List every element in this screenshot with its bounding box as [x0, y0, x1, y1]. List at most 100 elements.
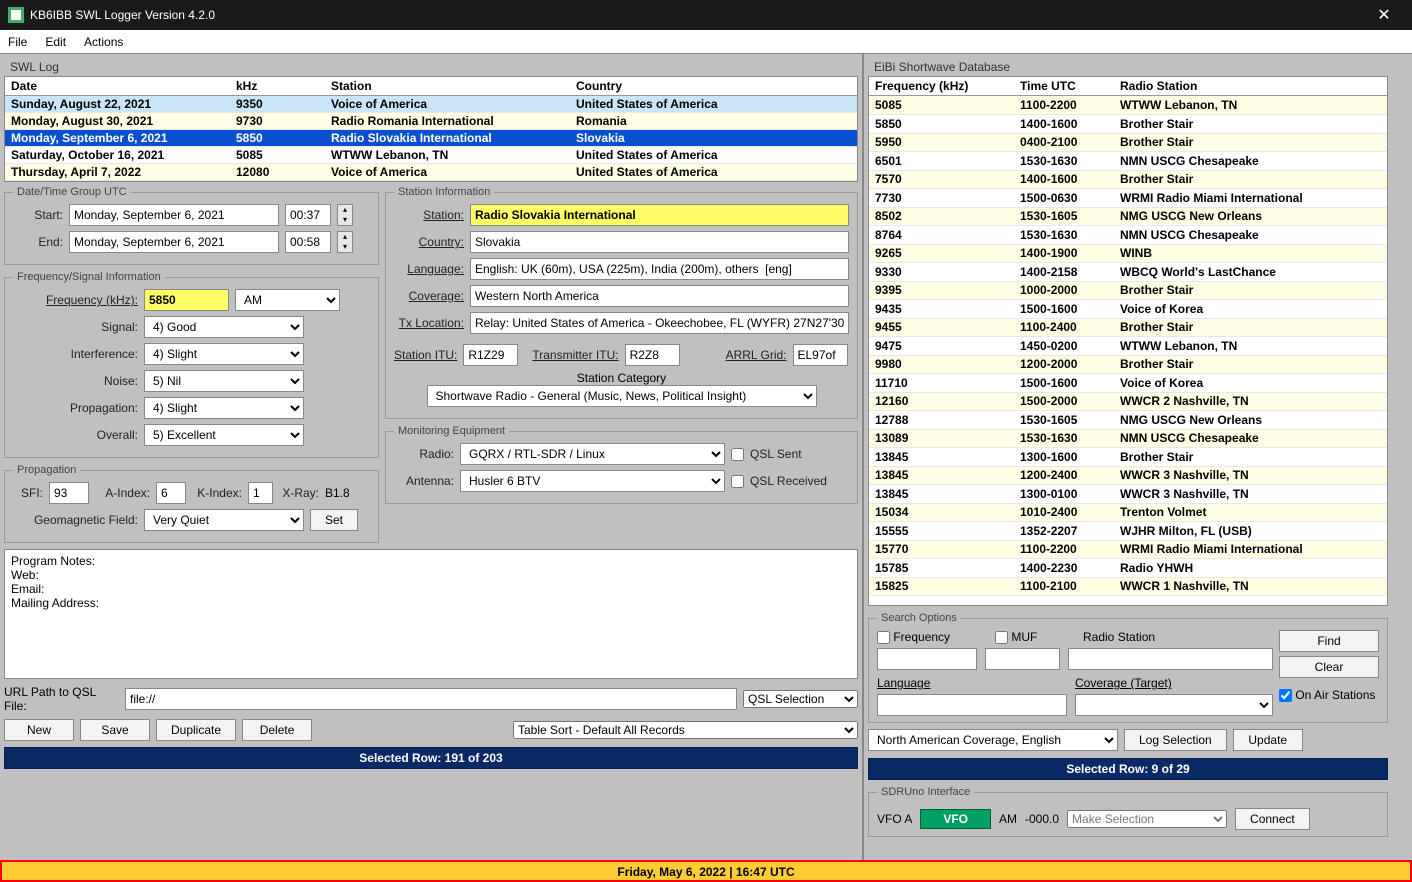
table-row[interactable]: 50851100-2200WTWW Lebanon, TN [869, 96, 1387, 115]
log-selection-button[interactable]: Log Selection [1124, 729, 1227, 751]
aindex-input[interactable] [156, 482, 186, 504]
transmitter-itu-input[interactable] [625, 344, 680, 366]
table-row[interactable]: 138451200-2400WWCR 3 Nashville, TN [869, 466, 1387, 485]
eibi-col-station[interactable]: Radio Station [1114, 77, 1387, 96]
table-row[interactable]: 85021530-1605NMG USCG New Orleans [869, 207, 1387, 226]
col-khz[interactable]: kHz [230, 77, 325, 96]
close-icon[interactable]: ✕ [1364, 5, 1404, 25]
eibi-col-freq[interactable]: Frequency (kHz) [869, 77, 1014, 96]
swl-log-grid[interactable]: Date kHz Station Country Sunday, August … [4, 76, 858, 182]
arrl-grid-input[interactable] [793, 344, 848, 366]
frequency-input[interactable] [144, 289, 229, 311]
table-row[interactable]: 87641530-1630NMN USCG Chesapeake [869, 226, 1387, 245]
freq-checkbox[interactable] [877, 631, 890, 644]
table-row[interactable]: 138451300-1600Brother Stair [869, 448, 1387, 467]
clear-button[interactable]: Clear [1279, 656, 1379, 678]
onair-checkbox[interactable] [1279, 689, 1292, 702]
sdr-make-select[interactable]: Make Selection [1067, 810, 1227, 828]
table-row[interactable]: 157701100-2200WRMI Radio Miami Internati… [869, 540, 1387, 559]
table-row[interactable]: Saturday, October 16, 20215085WTWW Leban… [5, 147, 857, 164]
station-itu-input[interactable] [463, 344, 518, 366]
propagation-select[interactable]: 4) Slight [144, 397, 304, 419]
table-row[interactable]: 59500400-2100Brother Stair [869, 133, 1387, 152]
qsl-file-path-input[interactable] [125, 688, 737, 710]
table-row[interactable]: 94751450-0200WTWW Lebanon, TN [869, 337, 1387, 356]
overall-select[interactable]: 5) Excellent [144, 424, 304, 446]
end-date-input[interactable] [69, 231, 279, 253]
table-row[interactable]: 94351500-1600Voice of Korea [869, 300, 1387, 319]
vfo-button[interactable]: VFO [920, 809, 991, 829]
table-row[interactable]: 121601500-2000WWCR 2 Nashville, TN [869, 392, 1387, 411]
mode-select[interactable]: AM [235, 289, 340, 311]
country-input[interactable] [470, 231, 849, 253]
search-coverage-select[interactable] [1075, 694, 1273, 716]
table-row[interactable]: 93951000-2000Brother Stair [869, 281, 1387, 300]
table-row[interactable]: 92651400-1900WINB [869, 244, 1387, 263]
search-station-input[interactable] [1068, 648, 1273, 670]
table-row[interactable]: 99801200-2000Brother Stair [869, 355, 1387, 374]
station-category-select[interactable]: Shortwave Radio - General (Music, News, … [427, 385, 817, 407]
menu-actions[interactable]: Actions [84, 35, 123, 49]
find-button[interactable]: Find [1279, 630, 1379, 652]
table-row[interactable]: 65011530-1630NMN USCG Chesapeake [869, 152, 1387, 171]
connect-button[interactable]: Connect [1235, 808, 1310, 830]
save-button[interactable]: Save [80, 719, 150, 741]
table-row[interactable]: Sunday, August 22, 20219350Voice of Amer… [5, 96, 857, 113]
interference-select[interactable]: 4) Slight [144, 343, 304, 365]
set-button[interactable]: Set [310, 509, 358, 531]
table-row[interactable]: 58501400-1600Brother Stair [869, 115, 1387, 134]
start-time-spinner[interactable]: ▴▾ [337, 204, 353, 226]
start-time-input[interactable] [285, 204, 331, 226]
table-row[interactable]: 130891530-1630NMN USCG Chesapeake [869, 429, 1387, 448]
table-row[interactable]: 158251100-2100WWCR 1 Nashville, TN [869, 577, 1387, 596]
txlocation-input[interactable] [470, 312, 849, 334]
search-muf-input[interactable] [985, 648, 1060, 670]
end-time-input[interactable] [285, 231, 331, 253]
coverage-filter-select[interactable]: North American Coverage, English [868, 729, 1118, 751]
sfi-input[interactable] [49, 482, 89, 504]
duplicate-button[interactable]: Duplicate [156, 719, 236, 741]
table-row[interactable]: Monday, September 6, 20215850Radio Slova… [5, 130, 857, 147]
qsl-sent-checkbox[interactable] [731, 448, 744, 461]
col-station[interactable]: Station [325, 77, 570, 96]
table-row[interactable]: 127881530-1605NMG USCG New Orleans [869, 411, 1387, 430]
table-row[interactable]: Monday, August 30, 20219730Radio Romania… [5, 113, 857, 130]
table-row[interactable]: 117101500-1600Voice of Korea [869, 374, 1387, 393]
table-row[interactable]: 75701400-1600Brother Stair [869, 170, 1387, 189]
search-freq-input[interactable] [877, 648, 977, 670]
table-row[interactable]: Thursday, April 7, 202212080Voice of Ame… [5, 164, 857, 181]
menu-file[interactable]: File [8, 35, 27, 49]
col-country[interactable]: Country [570, 77, 857, 96]
signal-select[interactable]: 4) Good [144, 316, 304, 338]
qsl-selection-select[interactable]: QSL Selection [743, 690, 858, 708]
muf-checkbox[interactable] [995, 631, 1008, 644]
kindex-input[interactable] [248, 482, 273, 504]
table-sort-select[interactable]: Table Sort - Default All Records [513, 721, 858, 739]
table-row[interactable]: 138451300-0100WWCR 3 Nashville, TN [869, 485, 1387, 504]
new-button[interactable]: New [4, 719, 74, 741]
end-time-spinner[interactable]: ▴▾ [337, 231, 353, 253]
update-button[interactable]: Update [1233, 729, 1303, 751]
station-name-input[interactable] [470, 204, 849, 226]
col-date[interactable]: Date [5, 77, 230, 96]
antenna-select[interactable]: Husler 6 BTV [460, 470, 725, 492]
start-date-input[interactable] [69, 204, 279, 226]
table-row[interactable]: 150341010-2400Trenton Volmet [869, 503, 1387, 522]
program-notes[interactable]: Program Notes: Web: Email: Mailing Addre… [4, 549, 858, 679]
noise-select[interactable]: 5) Nil [144, 370, 304, 392]
table-row[interactable]: 94551100-2400Brother Stair [869, 318, 1387, 337]
table-row[interactable]: 155551352-2207WJHR Milton, FL (USB) [869, 522, 1387, 541]
table-row[interactable]: 77301500-0630WRMI Radio Miami Internatio… [869, 189, 1387, 208]
eibi-col-time[interactable]: Time UTC [1014, 77, 1114, 96]
qsl-received-checkbox[interactable] [731, 475, 744, 488]
radio-select[interactable]: GQRX / RTL-SDR / Linux [460, 443, 725, 465]
table-row[interactable]: 93301400-2158WBCQ World's LastChance [869, 263, 1387, 282]
search-lang-input[interactable] [877, 694, 1067, 716]
table-row[interactable]: 157851400-2230Radio YHWH [869, 559, 1387, 578]
coverage-input[interactable] [470, 285, 849, 307]
geofield-select[interactable]: Very Quiet [144, 509, 304, 531]
eibi-grid[interactable]: Frequency (kHz) Time UTC Radio Station 5… [868, 76, 1388, 606]
delete-button[interactable]: Delete [242, 719, 312, 741]
language-input[interactable] [470, 258, 849, 280]
menu-edit[interactable]: Edit [45, 35, 66, 49]
